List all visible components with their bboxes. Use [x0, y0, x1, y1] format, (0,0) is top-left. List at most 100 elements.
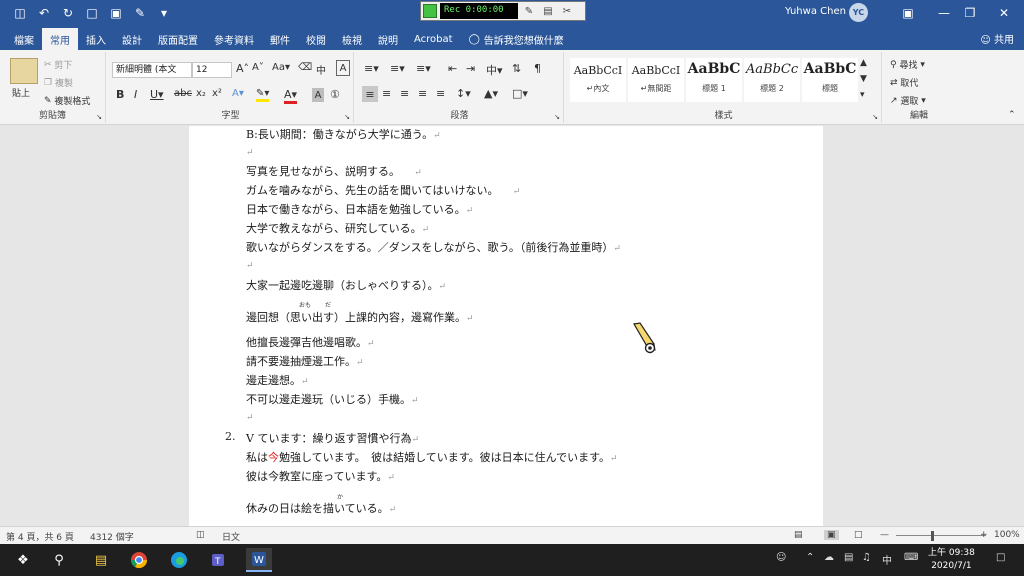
proofing-icon[interactable]: ◫ [196, 530, 205, 540]
align-center-icon[interactable]: ≡ [382, 87, 391, 100]
highlight-icon[interactable]: ✎▾ [256, 88, 270, 102]
read-mode-icon[interactable]: ▤ [794, 530, 803, 540]
teams-icon[interactable]: T [206, 548, 232, 572]
styles-scroll-up-icon[interactable]: ▲ [860, 58, 867, 68]
asian-layout-icon[interactable]: 中▾ [486, 62, 503, 78]
enclose-characters-icon[interactable]: ① [330, 88, 340, 101]
text-effects-icon[interactable]: A▾ [232, 88, 244, 99]
rec-folder-icon[interactable]: ▤ [540, 3, 556, 19]
restore-icon[interactable]: ❐ [952, 0, 988, 26]
touch-mode-icon[interactable]: ✎ [128, 3, 152, 23]
subscript-icon[interactable]: x₂ [196, 88, 206, 99]
zoom-out-icon[interactable]: — [880, 530, 889, 540]
character-border-icon[interactable]: A [336, 60, 350, 76]
clear-formatting-icon[interactable]: ⌫ [298, 62, 312, 73]
font-name-box[interactable]: 新細明體 (本文 [112, 62, 192, 78]
redo-icon[interactable]: ↻ [56, 3, 80, 23]
chrome-icon[interactable] [126, 548, 152, 572]
styles-launcher-icon[interactable]: ↘ [872, 113, 878, 121]
onedrive-icon[interactable]: ☁ [824, 552, 834, 563]
tab-design[interactable]: 設計 [114, 28, 150, 50]
share-button[interactable]: ☺ 共用 [980, 31, 1014, 46]
cut-button[interactable]: ✂ 剪下 [44, 58, 72, 72]
system-clock[interactable]: 上午 09:38 2020/7/1 [928, 547, 975, 573]
tab-file[interactable]: 檔案 [6, 28, 42, 50]
copy-button[interactable]: ❐ 複製 [44, 76, 73, 90]
notifications-icon[interactable]: □ [996, 552, 1005, 563]
style-title[interactable]: AaBbC 標題 [802, 58, 858, 102]
styles-scroll-down-icon[interactable]: ▼ [860, 74, 867, 84]
zoom-slider-thumb[interactable] [931, 531, 934, 541]
tab-acrobat[interactable]: Acrobat [406, 28, 461, 50]
file-explorer-icon[interactable]: ▤ [88, 548, 114, 572]
print-preview-icon[interactable]: ▣ [104, 3, 128, 23]
multilevel-list-icon[interactable]: ≡▾ [416, 62, 431, 75]
tab-view[interactable]: 檢視 [334, 28, 370, 50]
style-no-spacing[interactable]: AaBbCcI ↵無間距 [628, 58, 684, 102]
superscript-icon[interactable]: x² [212, 88, 222, 99]
underline-icon[interactable]: U▾ [150, 88, 164, 101]
shrink-font-icon[interactable]: A˅ [252, 62, 264, 73]
increase-indent-icon[interactable]: ⇥ [466, 62, 475, 75]
people-icon[interactable]: ☺ [776, 552, 786, 563]
page-count[interactable]: 第 4 頁，共 6 頁 [6, 530, 74, 543]
windows-start-icon[interactable]: ❖ [10, 548, 36, 572]
tab-help[interactable]: 說明 [370, 28, 406, 50]
new-document-icon[interactable]: □ [80, 3, 104, 23]
clipboard-launcher-icon[interactable]: ↘ [96, 113, 102, 121]
distributed-icon[interactable]: ≡ [436, 87, 445, 100]
word-count[interactable]: 4312 個字 [90, 530, 134, 543]
collapse-ribbon-icon[interactable]: ⌃ [1008, 110, 1016, 120]
shading-icon[interactable]: ▲▾ [484, 87, 498, 100]
decrease-indent-icon[interactable]: ⇤ [448, 62, 457, 75]
rec-tools-icon[interactable]: ✂ [559, 3, 575, 19]
font-launcher-icon[interactable]: ↘ [344, 113, 350, 121]
save-icon[interactable]: ◫ [8, 3, 32, 23]
font-color-icon[interactable]: A▾ [284, 88, 298, 104]
align-right-icon[interactable]: ≡ [400, 87, 409, 100]
word-taskbar-icon[interactable]: W [246, 548, 272, 572]
avatar[interactable]: YC [849, 3, 868, 22]
close-icon[interactable]: ✕ [986, 0, 1022, 26]
search-icon[interactable]: ⚲ [46, 548, 72, 572]
tab-review[interactable]: 校閱 [298, 28, 334, 50]
justify-icon[interactable]: ≡ [418, 87, 427, 100]
record-button[interactable] [423, 4, 437, 18]
zoom-level[interactable]: 100% [994, 530, 1020, 540]
language-indicator[interactable]: 日文 [222, 530, 240, 543]
select-button[interactable]: ↗ 選取 ▾ [890, 94, 926, 108]
rec-pen-icon[interactable]: ✎ [521, 3, 537, 19]
tab-references[interactable]: 參考資料 [206, 28, 262, 50]
find-button[interactable]: ⚲ 尋找 ▾ [890, 58, 925, 72]
character-shading-icon[interactable]: A [312, 88, 324, 102]
bold-icon[interactable]: B [116, 88, 124, 101]
tab-insert[interactable]: 插入 [78, 28, 114, 50]
tab-home[interactable]: 常用 [42, 28, 78, 50]
style-heading-1[interactable]: AaBbC 標題 1 [686, 58, 742, 102]
italic-icon[interactable]: I [134, 88, 137, 101]
paragraph-launcher-icon[interactable]: ↘ [554, 113, 560, 121]
ribbon-display-icon[interactable]: ▣ [890, 0, 926, 26]
volume-icon[interactable]: ♫ [862, 552, 871, 563]
web-layout-icon[interactable]: □ [854, 530, 863, 540]
undo-icon[interactable]: ↶ [32, 3, 56, 23]
print-layout-icon[interactable]: ▣ [824, 530, 839, 540]
tab-mailings[interactable]: 郵件 [262, 28, 298, 50]
font-size-box[interactable]: 12 [192, 62, 232, 78]
numbering-icon[interactable]: ≡▾ [390, 62, 405, 75]
style-heading-2[interactable]: AaBbCc 標題 2 [744, 58, 800, 102]
tray-overflow-icon[interactable]: ⌃ [806, 552, 814, 563]
network-icon[interactable]: ▤ [844, 552, 853, 563]
phonetic-guide-icon[interactable]: 中 [316, 62, 326, 77]
replace-button[interactable]: ⇄ 取代 [890, 76, 918, 90]
paste-button[interactable]: 貼上 [12, 86, 30, 99]
input-method-icon[interactable]: 中 [882, 552, 892, 567]
zoom-in-icon[interactable]: + [980, 530, 988, 540]
change-case-icon[interactable]: Aa▾ [272, 62, 290, 73]
customize-qat-icon[interactable]: ▾ [152, 3, 176, 23]
bullets-icon[interactable]: ≡▾ [364, 62, 379, 75]
edge-icon[interactable] [166, 548, 192, 572]
zoom-slider[interactable] [896, 535, 986, 536]
tell-me-search[interactable]: ◯ 告訴我您想做什麼 [461, 28, 572, 50]
grow-font-icon[interactable]: A˄ [236, 62, 249, 75]
